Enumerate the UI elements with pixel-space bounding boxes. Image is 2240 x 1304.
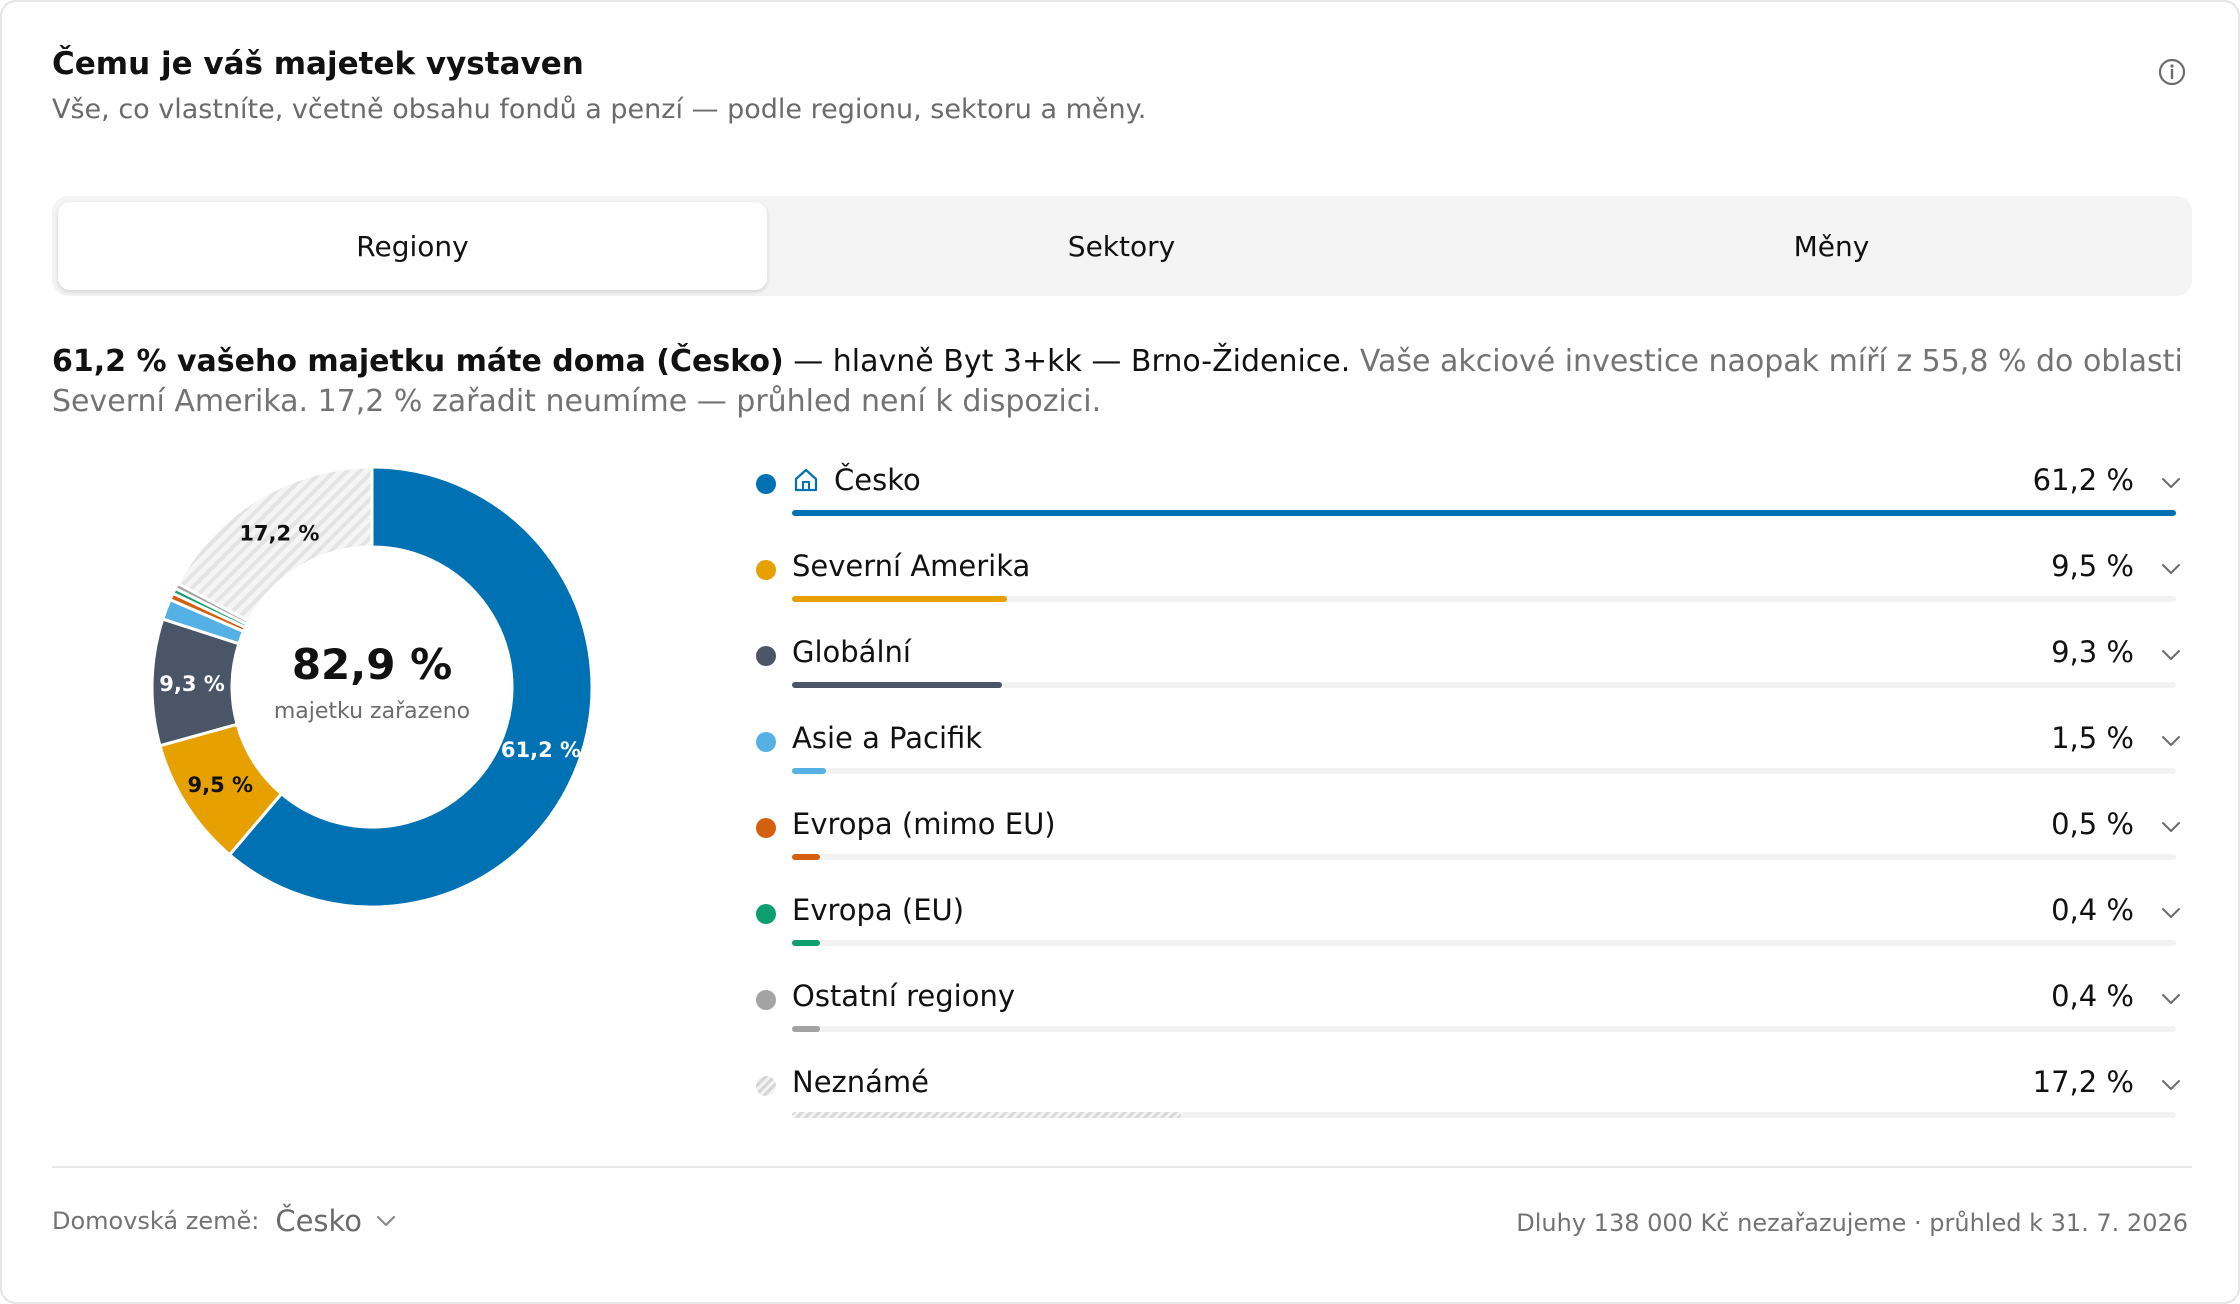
legend-swatch [756, 474, 776, 494]
legend-value: 1,5 % [2051, 721, 2134, 755]
chevron-down-icon[interactable] [2160, 476, 2182, 490]
chevron-down-icon[interactable] [2160, 820, 2182, 834]
donut-svg: 61,2 % 9,5 % 9,3 % 17,2 % [150, 465, 594, 909]
chevron-down-icon[interactable] [2160, 562, 2182, 576]
legend-swatch [756, 560, 776, 580]
legend-label-text: Ostatní regiony [792, 979, 1015, 1013]
chevron-down-icon[interactable] [2160, 992, 2182, 1006]
legend-bar-track [792, 1026, 2176, 1032]
chevron-down-icon[interactable] [2160, 906, 2182, 920]
chevron-down-icon[interactable] [2160, 1078, 2182, 1092]
legend-bar-track [792, 768, 2176, 774]
summary-bold: 61,2 % vašeho majetku máte doma (Česko) [52, 344, 784, 379]
chevron-down-icon[interactable] [2160, 648, 2182, 662]
home-icon [794, 468, 818, 492]
legend-bar-fill [792, 940, 820, 946]
legend-value: 0,4 % [2051, 979, 2134, 1013]
chevron-down-icon [376, 1215, 396, 1227]
chevron-down-icon[interactable] [2160, 734, 2182, 748]
legend-bar-fill [792, 682, 1003, 688]
legend-swatch [756, 904, 776, 924]
tab-regions[interactable]: Regiony [58, 202, 767, 290]
donut-slice-label: 9,5 % [188, 773, 254, 797]
legend-label: Asie a Pacifik [792, 721, 982, 755]
legend-label-text: Globální [792, 635, 911, 669]
summary-text: 61,2 % vašeho majetku máte doma (Česko) … [52, 342, 2202, 422]
home-country-select[interactable]: Česko [275, 1204, 396, 1238]
legend-label: Severní Amerika [792, 549, 1030, 583]
legend-label-text: Neznámé [792, 1065, 929, 1099]
exposure-card: Čemu je váš majetek vystaven Vše, co vla… [0, 0, 2240, 1304]
card-subtitle: Vše, co vlastníte, včetně obsahu fondů a… [52, 94, 1147, 125]
tab-currencies[interactable]: Měny [1477, 202, 2186, 290]
legend-value: 17,2 % [2032, 1065, 2134, 1099]
legend-row[interactable]: Česko 61,2 % [742, 454, 2192, 540]
legend-label: Ostatní regiony [792, 979, 1015, 1013]
legend-row[interactable]: Globální 9,3 % [742, 626, 2192, 712]
legend-label-text: Asie a Pacifik [792, 721, 983, 755]
legend-label: Globální [792, 635, 911, 669]
legend-swatch [756, 818, 776, 838]
legend-label-text: Česko [834, 463, 921, 497]
legend-bar-fill [792, 768, 826, 774]
footer-divider [52, 1166, 2192, 1168]
legend-bar-fill [792, 1112, 1181, 1118]
donut-chart: 61,2 % 9,5 % 9,3 % 17,2 % 82,9 % majetku za… [142, 457, 602, 917]
legend-value: 9,5 % [2051, 549, 2134, 583]
legend-row[interactable]: Evropa (EU) 0,4 % [742, 884, 2192, 970]
legend-label: Česko [792, 463, 921, 497]
legend-swatch [756, 990, 776, 1010]
legend-row[interactable]: Severní Amerika 9,5 % [742, 540, 2192, 626]
legend-label-text: Evropa (EU) [792, 893, 965, 927]
legend-swatch [756, 1076, 776, 1096]
legend-value: 0,5 % [2051, 807, 2134, 841]
legend-bar-fill [792, 510, 2176, 516]
legend-value: 9,3 % [2051, 635, 2134, 669]
legend-row[interactable]: Ostatní regiony 0,4 % [742, 970, 2192, 1056]
legend-bar-track [792, 1112, 2176, 1118]
footer-note: Dluhy 138 000 Kč nezařazujeme · průhled … [1516, 1209, 2188, 1237]
legend-label: Evropa (EU) [792, 893, 964, 927]
donut-slice-label: 9,3 % [159, 672, 225, 696]
legend-bar-fill [792, 596, 1007, 602]
legend-value: 0,4 % [2051, 893, 2134, 927]
legend-label: Neznámé [792, 1065, 929, 1099]
donut-slice-label: 17,2 % [239, 522, 319, 546]
legend-bar-fill [792, 854, 820, 860]
legend-value: 61,2 % [2032, 463, 2134, 497]
card-title: Čemu je váš majetek vystaven [52, 46, 584, 82]
tab-bar: Regiony Sektory Měny [52, 196, 2192, 296]
legend-row[interactable]: Asie a Pacifik 1,5 % [742, 712, 2192, 798]
legend-label: Evropa (mimo EU) [792, 807, 1056, 841]
legend-bar-track [792, 682, 2176, 688]
donut-slice-label: 61,2 % [501, 738, 581, 762]
home-country-label: Domovská země: [52, 1207, 260, 1235]
legend-bar-track [792, 596, 2176, 602]
summary-main: — hlavně Byt 3+kk — Brno-Židenice. [783, 344, 1351, 379]
home-country: Domovská země: Česko [52, 1204, 396, 1238]
home-country-value: Česko [275, 1204, 363, 1238]
legend-bar-track [792, 940, 2176, 946]
legend-bar-track [792, 510, 2176, 516]
legend-bar-fill [792, 1026, 820, 1032]
tab-sectors[interactable]: Sektory [767, 202, 1476, 290]
legend-label-text: Evropa (mimo EU) [792, 807, 1056, 841]
legend-bar-track [792, 854, 2176, 860]
legend-row[interactable]: Neznámé 17,2 % [742, 1056, 2192, 1142]
legend-swatch [756, 646, 776, 666]
legend-label-text: Severní Amerika [792, 549, 1031, 583]
legend-row[interactable]: Evropa (mimo EU) 0,5 % [742, 798, 2192, 884]
legend-swatch [756, 732, 776, 752]
info-icon[interactable] [2156, 56, 2188, 88]
